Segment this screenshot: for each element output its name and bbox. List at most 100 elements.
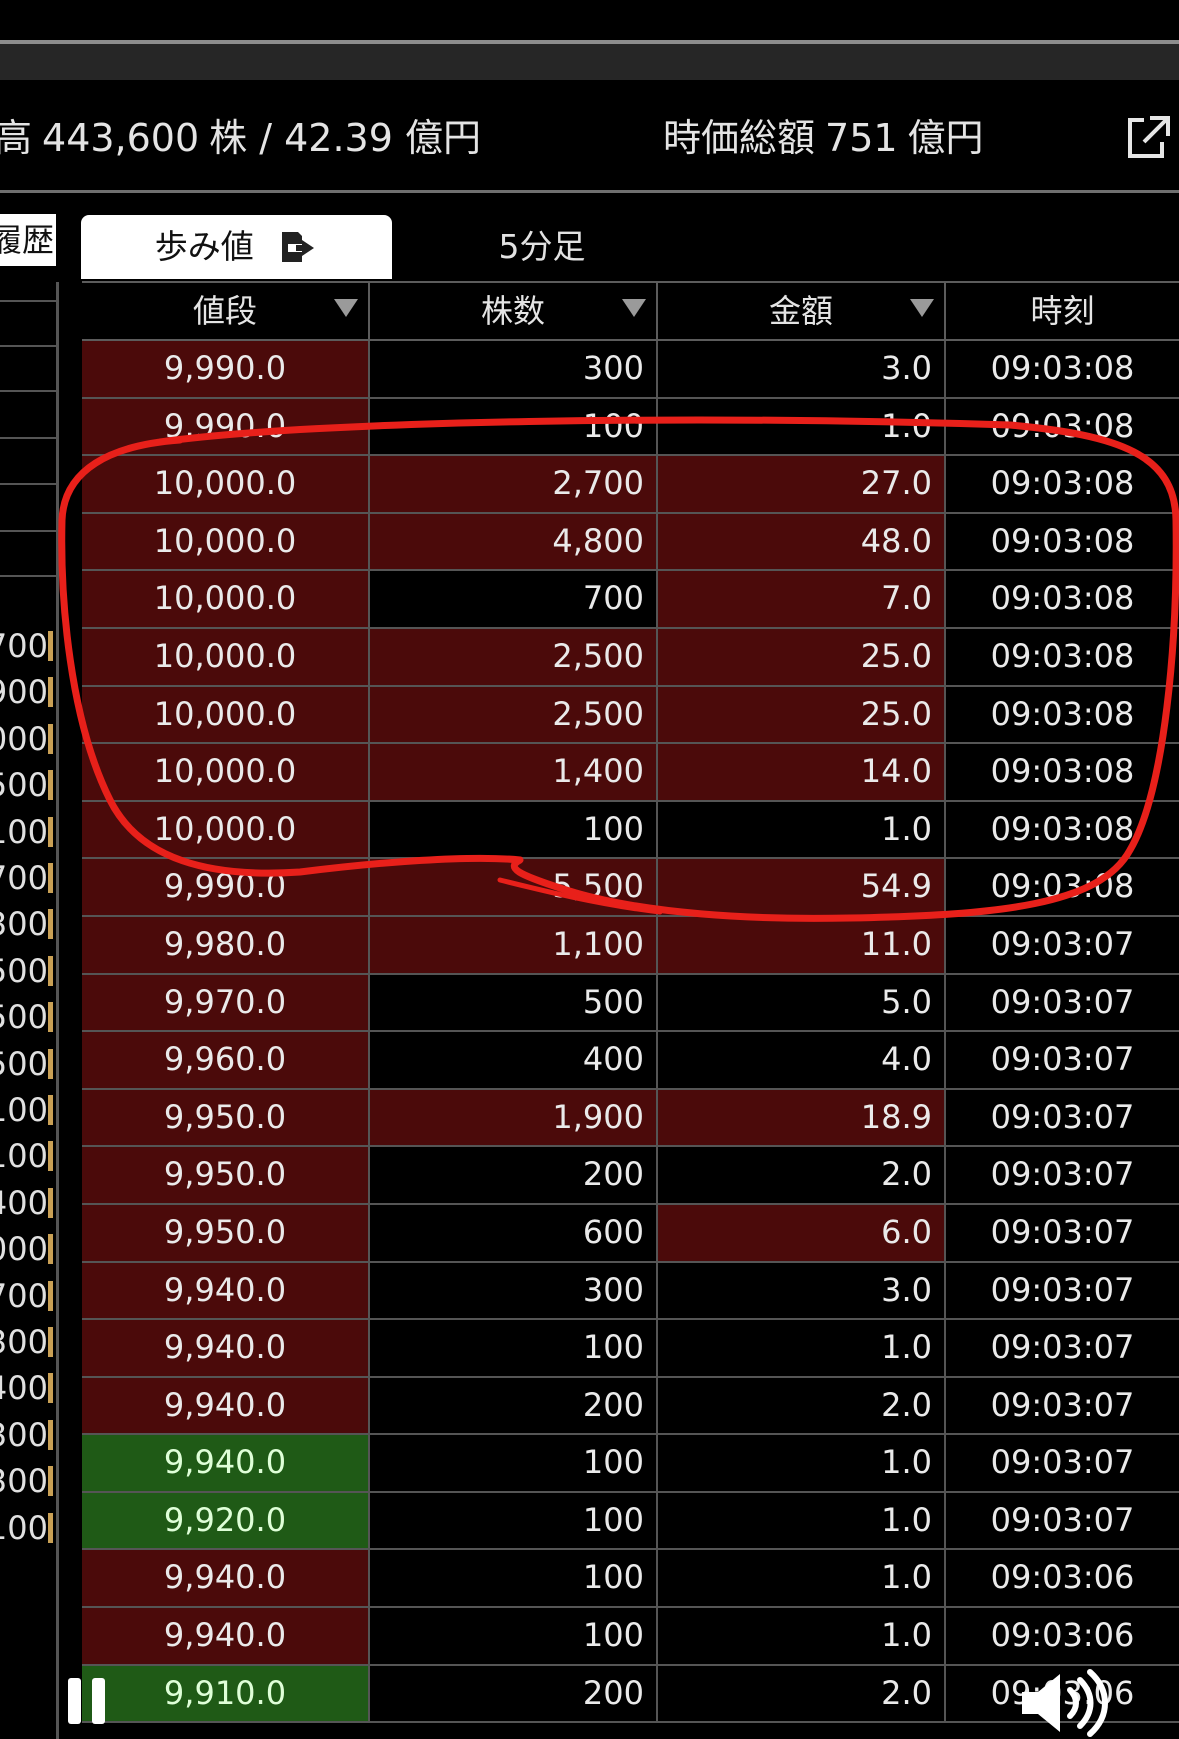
amount-cell: 1.0 <box>658 1492 946 1549</box>
history-tab[interactable]: 履歴 <box>0 214 56 266</box>
pause-icon[interactable] <box>66 1676 108 1726</box>
tab-5min[interactable]: 5分足 <box>392 215 692 279</box>
left-panel-marker <box>48 1002 53 1033</box>
left-panel-marker <box>48 1141 53 1172</box>
header-time-label: 時刻 <box>1030 292 1095 330</box>
left-panel-value: 700 <box>0 1276 48 1315</box>
tab-ticks[interactable]: 歩み値 <box>81 215 392 279</box>
left-panel-value: 500 <box>0 998 48 1037</box>
price-cell: 10,000.0 <box>82 744 370 800</box>
left-panel-value: 100 <box>0 812 48 851</box>
time-cell: 09:03:07 <box>946 1262 1179 1319</box>
table-row: 10,000.0 2,500 25.0 09:03:08 <box>82 628 1179 687</box>
header-amount[interactable]: 金額 <box>658 283 946 339</box>
table-row: 9,990.0 5,500 54.9 09:03:08 <box>82 859 1179 917</box>
amount-cell: 27.0 <box>658 456 946 512</box>
tab-ticks-label: 歩み値 <box>154 227 254 266</box>
time-cell: 09:03:07 <box>946 1377 1179 1434</box>
table-row: 9,940.0 100 1.0 09:03:07 <box>82 1320 1179 1378</box>
amount-cell: 1.0 <box>658 801 946 858</box>
left-panel-marker <box>48 863 53 893</box>
table-row: 10,000.0 700 7.0 09:03:08 <box>82 571 1179 629</box>
sort-down-icon[interactable] <box>622 299 646 317</box>
left-panel-marker <box>48 1234 53 1265</box>
amount-cell: 1.0 <box>658 1320 946 1376</box>
table-body: 9,990.0 300 3.0 09:03:08 9,990.0 100 1.0 09:03:… <box>82 341 1179 1724</box>
header-amount-label: 金額 <box>768 292 833 330</box>
price-cell: 9,980.0 <box>82 916 370 973</box>
price-cell: 10,000.0 <box>82 801 370 858</box>
sort-down-icon[interactable] <box>334 299 358 317</box>
external-link-icon[interactable] <box>1122 112 1174 164</box>
time-cell: 09:03:08 <box>946 513 1179 570</box>
table-row: 9,940.0 100 1.0 09:03:07 <box>82 1435 1179 1493</box>
quantity-cell: 5,500 <box>370 859 658 915</box>
amount-cell: 1.0 <box>658 1608 946 1664</box>
quantity-cell: 2,700 <box>370 456 658 512</box>
header-qty[interactable]: 株数 <box>370 283 658 339</box>
left-panel-marker <box>48 1280 53 1311</box>
left-panel-value: 300 <box>0 905 48 944</box>
quantity-cell: 300 <box>370 341 658 397</box>
left-panel-marker <box>48 1512 53 1543</box>
time-cell: 09:03:07 <box>946 1320 1179 1376</box>
quantity-cell: 1,900 <box>370 1089 658 1146</box>
table-row: 10,000.0 2,700 27.0 09:03:08 <box>82 456 1179 514</box>
left-panel-marker <box>48 631 53 661</box>
amount-cell: 14.0 <box>658 744 946 800</box>
amount-cell: 2.0 <box>658 1665 946 1722</box>
quantity-cell: 700 <box>370 571 658 627</box>
amount-cell: 4.0 <box>658 1032 946 1088</box>
price-cell: 9,910.0 <box>82 1665 370 1722</box>
quantity-cell: 100 <box>370 1550 658 1607</box>
left-panel-value: 300 <box>0 1323 48 1361</box>
quantity-cell: 2,500 <box>370 628 658 685</box>
top-band <box>0 44 1179 80</box>
time-cell: 09:03:07 <box>946 1147 1179 1203</box>
price-cell: 10,000.0 <box>82 571 370 627</box>
time-cell: 09:03:08 <box>946 456 1179 512</box>
left-panel-marker <box>48 723 53 754</box>
time-cell: 09:03:07 <box>946 1204 1179 1261</box>
sort-down-icon[interactable] <box>910 299 934 317</box>
left-panel-marker <box>48 770 53 801</box>
quantity-cell: 500 <box>370 974 658 1031</box>
amount-cell: 2.0 <box>658 1147 946 1203</box>
time-cell: 09:03:07 <box>946 1492 1179 1549</box>
quantity-cell: 100 <box>370 1435 658 1491</box>
price-cell: 10,000.0 <box>82 513 370 570</box>
left-panel-value: 700 <box>0 859 48 897</box>
header-price-label: 値段 <box>192 292 257 330</box>
header-time[interactable]: 時刻 <box>946 283 1179 339</box>
time-cell: 09:03:08 <box>946 398 1179 455</box>
trading-volume: 高 443,600 株 / 42.39 億円 <box>0 108 491 168</box>
table-row: 9,970.0 500 5.0 09:03:07 <box>82 974 1179 1033</box>
left-panel-marker <box>48 1419 53 1450</box>
time-cell: 09:03:08 <box>946 801 1179 858</box>
time-cell: 09:03:06 <box>946 1608 1179 1664</box>
price-cell: 9,920.0 <box>82 1492 370 1549</box>
time-cell: 09:03:07 <box>946 1089 1179 1146</box>
table-header: 値段 株数 金額 時刻 <box>82 281 1179 341</box>
left-panel-marker <box>48 1048 53 1079</box>
left-panel-value: 500 <box>0 951 48 990</box>
time-cell: 09:03:07 <box>946 1032 1179 1088</box>
table-row: 10,000.0 4,800 48.0 09:03:08 <box>82 513 1179 572</box>
amount-cell: 25.0 <box>658 628 946 685</box>
export-icon <box>282 231 315 262</box>
volume-value: 443,600 <box>42 116 200 160</box>
tick-table: 値段 株数 金額 時刻 9,990.0 300 3.0 09:03:08 9,990.0… <box>82 281 1179 1724</box>
left-panel-value: 100 <box>0 1137 48 1176</box>
left-panel-row-divider <box>0 390 56 392</box>
quantity-cell: 200 <box>370 1147 658 1203</box>
amount-cell: 11.0 <box>658 916 946 973</box>
amount-cell: 1.0 <box>658 398 946 455</box>
left-panel-value: 900 <box>0 673 48 712</box>
left-panel-row-divider <box>0 483 56 485</box>
left-panel-value: 400 <box>0 1183 48 1222</box>
amount-cell: 18.9 <box>658 1089 946 1146</box>
header-price[interactable]: 値段 <box>82 283 370 339</box>
table-row: 9,950.0 200 2.0 09:03:07 <box>82 1147 1179 1205</box>
amount-cell: 7.0 <box>658 571 946 627</box>
volume-icon[interactable] <box>1018 1668 1114 1738</box>
